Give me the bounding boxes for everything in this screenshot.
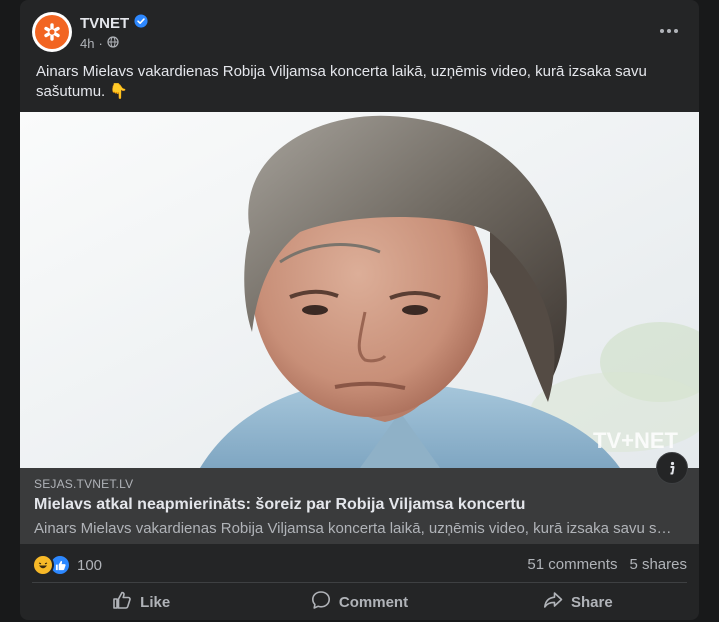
- page-name[interactable]: TVNET: [80, 15, 129, 32]
- like-label: Like: [140, 593, 171, 611]
- engagement-counts: 51 comments 5 shares: [527, 556, 687, 573]
- post-time[interactable]: 4h: [80, 36, 94, 51]
- share-icon: [543, 590, 563, 614]
- page-avatar[interactable]: [32, 12, 72, 52]
- post-card: TVNET 4h · Ainars Mielavs vakardienas Ro…: [20, 0, 699, 620]
- post-stats: 100 51 comments 5 shares: [20, 548, 699, 580]
- more-options-icon[interactable]: [651, 16, 687, 46]
- share-button[interactable]: Share: [469, 584, 687, 620]
- meta-separator: ·: [98, 36, 103, 51]
- like-icon: [112, 590, 132, 614]
- comment-label: Comment: [338, 593, 409, 611]
- comments-count[interactable]: 51 comments: [527, 556, 617, 573]
- post-meta: 4h ·: [80, 36, 119, 51]
- share-label: Share: [570, 593, 613, 611]
- post-image[interactable]: TV+NET: [20, 112, 699, 468]
- action-bar: Like Comment Share: [32, 584, 687, 620]
- divider: [32, 582, 687, 583]
- image-watermark: TV+NET: [593, 428, 679, 453]
- link-description: Ainars Mielavs vakardienas Robija Viljam…: [34, 520, 674, 537]
- shares-count[interactable]: 5 shares: [629, 556, 687, 573]
- page-name-row: TVNET: [80, 14, 148, 33]
- link-preview[interactable]: SEJAS.TVNET.LV Mielavs atkal neapmierinā…: [20, 468, 699, 544]
- verified-badge-icon: [134, 14, 148, 33]
- post-header: TVNET 4h ·: [20, 0, 699, 60]
- info-icon[interactable]: [656, 452, 688, 484]
- tvnet-logo-icon: [35, 15, 69, 49]
- reaction-count: 100: [77, 556, 103, 574]
- comment-button[interactable]: Comment: [250, 584, 468, 620]
- link-title[interactable]: Mielavs atkal neapmierināts: šoreiz par …: [34, 496, 525, 514]
- post-caption: Ainars Mielavs vakardienas Robija Viljam…: [36, 63, 647, 100]
- reactions-summary[interactable]: 100: [32, 554, 102, 576]
- link-domain: SEJAS.TVNET.LV: [34, 477, 134, 491]
- like-button[interactable]: Like: [32, 584, 250, 620]
- haha-reaction-icon: [32, 554, 54, 576]
- comment-icon: [311, 590, 331, 614]
- globe-icon: [107, 36, 119, 51]
